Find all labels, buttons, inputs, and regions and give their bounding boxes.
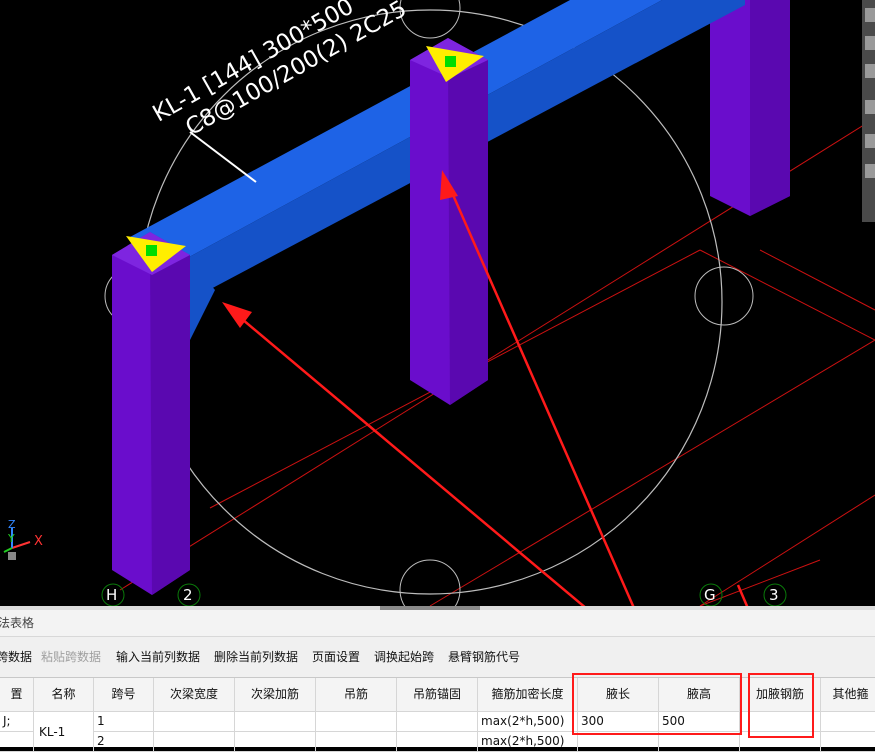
cell-haunch-height[interactable] bbox=[659, 732, 740, 752]
col-header-haunch-rebar[interactable]: 加腋钢筋 bbox=[740, 678, 821, 712]
column-left[interactable] bbox=[112, 232, 190, 595]
span-table[interactable]: 置 名称 跨号 次梁宽度 次梁加筋 吊筋 吊筋锚固 箍筋加密长度 腋长 腋高 加… bbox=[0, 677, 875, 752]
handle-circle-bottom[interactable] bbox=[399, 559, 461, 608]
cell-secondary-beam-width[interactable] bbox=[154, 732, 235, 752]
col-header-secondary-beam-rebar[interactable]: 次梁加筋 bbox=[235, 678, 316, 712]
3d-viewport[interactable]: KL-1 [144] 300*500 C8@100/200(2) 2C25 H … bbox=[0, 0, 875, 608]
view-toolbar[interactable] bbox=[862, 0, 875, 222]
delete-column-data-button[interactable]: 删除当前列数据 bbox=[214, 648, 298, 665]
cell-hanger-anchorage[interactable] bbox=[397, 732, 478, 752]
col-header-secondary-beam-width[interactable]: 次梁宽度 bbox=[154, 678, 235, 712]
cell-hanger-bar[interactable] bbox=[316, 712, 397, 732]
col-header-haunch-height[interactable]: 腋高 bbox=[659, 678, 740, 712]
cell-stirrup-dense-length[interactable]: max(2*h,500) bbox=[478, 712, 578, 732]
panel-title: 法表格 bbox=[0, 610, 875, 637]
cell-haunch-rebar[interactable] bbox=[740, 712, 821, 732]
cell-stirrup-dense-length[interactable]: max(2*h,500) bbox=[478, 732, 578, 752]
cell-haunch-length[interactable] bbox=[578, 732, 659, 752]
column-middle[interactable] bbox=[410, 38, 488, 405]
cell-span-1[interactable]: 1 bbox=[94, 712, 154, 732]
page-setup-button[interactable]: 页面设置 bbox=[312, 648, 360, 665]
col-header-hanger-bar[interactable]: 吊筋 bbox=[316, 678, 397, 712]
cell-other-stirrup[interactable] bbox=[821, 732, 875, 752]
input-column-data-button[interactable]: 输入当前列数据 bbox=[116, 648, 200, 665]
handle-circle-right[interactable] bbox=[694, 266, 754, 326]
cell-span-2[interactable]: 2 bbox=[94, 732, 154, 752]
col-header-name[interactable]: 名称 bbox=[34, 678, 94, 712]
gizmo-z-label: Z bbox=[8, 518, 16, 531]
axis-label-h: H bbox=[106, 586, 118, 604]
cantilever-rebar-code-button[interactable]: 悬臂钢筋代号 bbox=[448, 648, 520, 665]
swap-start-span-button[interactable]: 调换起始跨 bbox=[374, 648, 434, 665]
col-header-position[interactable]: 置 bbox=[0, 678, 34, 712]
copy-span-data-button[interactable]: 跨数据 bbox=[0, 648, 32, 665]
cell-hanger-anchorage[interactable] bbox=[397, 712, 478, 732]
axis-label-g: G bbox=[704, 586, 716, 604]
gizmo-x-label: X bbox=[34, 534, 43, 549]
cell-hanger-bar[interactable] bbox=[316, 732, 397, 752]
axis-bubbles bbox=[101, 583, 787, 607]
cell-secondary-beam-rebar[interactable] bbox=[235, 712, 316, 732]
col-header-haunch-length[interactable]: 腋长 bbox=[578, 678, 659, 712]
paste-span-data-button[interactable]: 粘贴跨数据 bbox=[41, 648, 101, 665]
column-right[interactable] bbox=[710, 0, 790, 216]
cell-secondary-beam-width[interactable] bbox=[154, 712, 235, 732]
cell-position[interactable] bbox=[0, 732, 34, 752]
col-header-other-stirrup[interactable]: 其他箍 bbox=[821, 678, 875, 712]
cell-name[interactable]: KL-1 bbox=[34, 712, 94, 752]
model-canvas[interactable] bbox=[0, 0, 875, 608]
cell-haunch-length[interactable]: 300 bbox=[578, 712, 659, 732]
span-table-panel: 法表格 跨数据 粘贴跨数据 输入当前列数据 删除当前列数据 页面设置 调换起始跨… bbox=[0, 610, 875, 752]
cell-position[interactable]: J; bbox=[0, 712, 34, 732]
cell-other-stirrup[interactable] bbox=[821, 712, 875, 732]
col-header-span[interactable]: 跨号 bbox=[94, 678, 154, 712]
cell-haunch-rebar[interactable] bbox=[740, 732, 821, 752]
col-header-stirrup-dense-length[interactable]: 箍筋加密长度 bbox=[478, 678, 578, 712]
annotation-leader bbox=[189, 131, 257, 183]
cell-secondary-beam-rebar[interactable] bbox=[235, 732, 316, 752]
axis-label-3: 3 bbox=[769, 586, 779, 604]
col-header-hanger-anchorage[interactable]: 吊筋锚固 bbox=[397, 678, 478, 712]
gizmo-y-label: Y bbox=[8, 532, 15, 545]
cell-haunch-height[interactable]: 500 bbox=[659, 712, 740, 732]
axis-label-2: 2 bbox=[183, 586, 193, 604]
